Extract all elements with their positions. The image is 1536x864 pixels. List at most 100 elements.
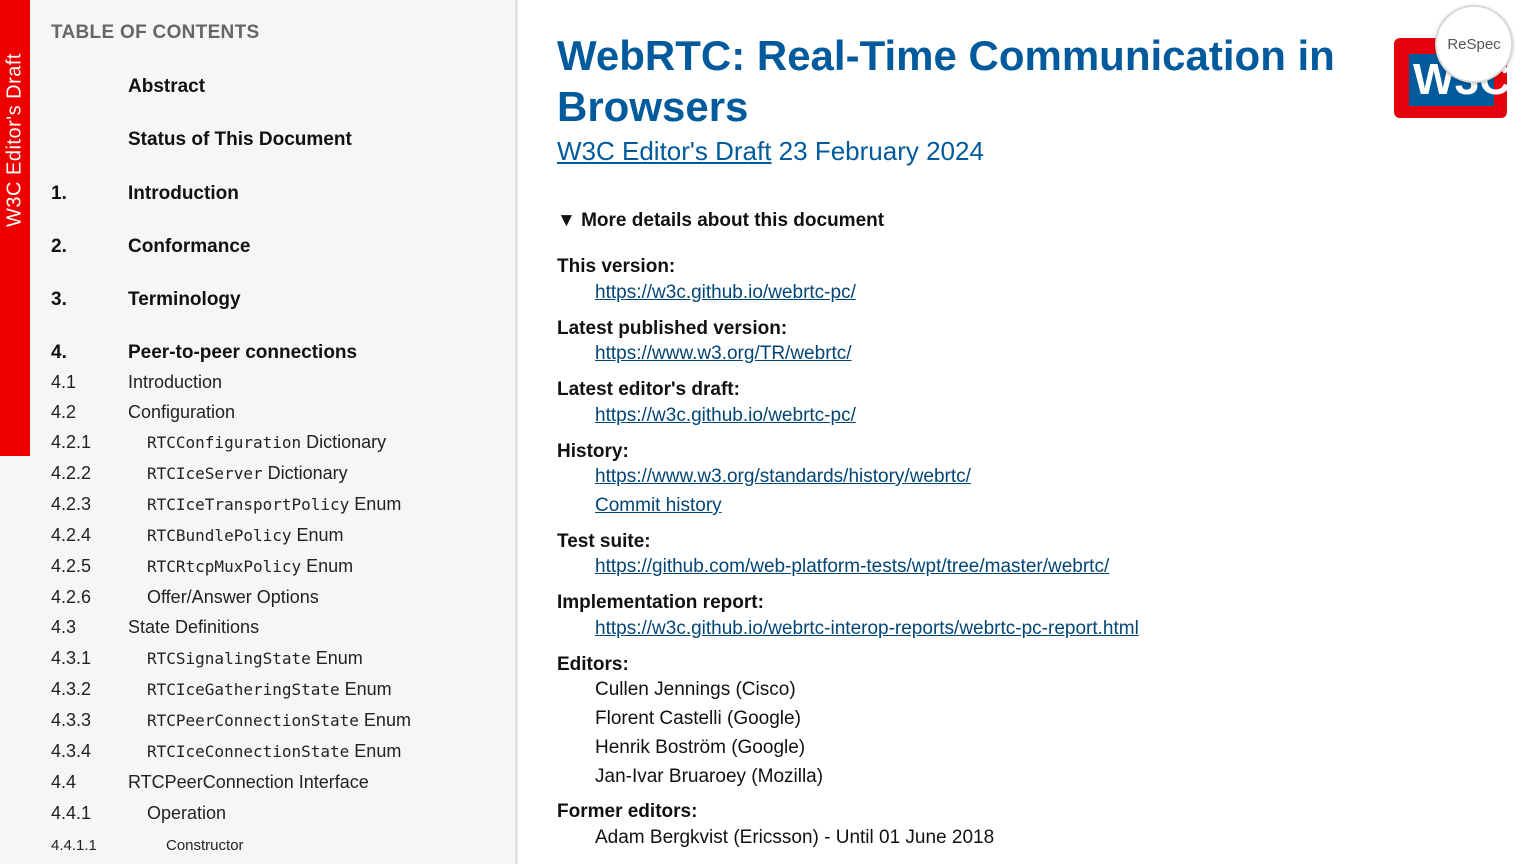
toc-item[interactable]: 4.2 Configuration bbox=[0, 402, 515, 428]
toc-item-text: Conformance bbox=[128, 236, 251, 257]
toc-item[interactable]: 1. Introduction bbox=[0, 183, 515, 209]
toc-item[interactable]: 4.3.2 RTCIceGatheringState Enum bbox=[0, 679, 515, 705]
toc-item[interactable]: 4.2.4 RTCBundlePolicy Enum bbox=[0, 525, 515, 551]
toc-item-number: 4.3.3 bbox=[51, 710, 92, 730]
main-content: WebRTC: Real-Time Communication in Brows… bbox=[557, 0, 1536, 864]
toc-item[interactable]: 4.1 Introduction bbox=[0, 372, 515, 398]
toc-item-text: Constructor bbox=[166, 837, 244, 854]
toc-item[interactable]: 4.4 RTCPeerConnection Interface bbox=[0, 772, 515, 798]
toc-item-text: Offer/Answer Options bbox=[147, 587, 319, 607]
toc-item-number: 4.2.4 bbox=[51, 525, 92, 545]
toc-item-text: Status of This Document bbox=[128, 129, 352, 150]
toc-item-text: Enum bbox=[291, 525, 344, 545]
latest-published-value: https://www.w3.org/TR/webrtc/ bbox=[595, 343, 852, 365]
toc-item-text: RTCPeerConnection Interface bbox=[128, 772, 369, 792]
toc-item-text: Abstract bbox=[128, 76, 206, 97]
toc-item-number: 4.3 bbox=[51, 617, 77, 637]
toc-item[interactable]: 4.3 State Definitions bbox=[0, 617, 515, 643]
toc-item-text: Enum bbox=[349, 494, 402, 514]
toc-item-number: 4.2 bbox=[51, 402, 77, 422]
toc-item[interactable]: 2. Conformance bbox=[0, 236, 515, 262]
test-suite-link[interactable]: https://github.com/web-platform-tests/wp… bbox=[595, 556, 1109, 577]
toc-item-code: RTCIceTransportPolicy bbox=[147, 495, 350, 514]
toc-item[interactable]: Status of This Document bbox=[0, 129, 515, 155]
respec-button[interactable]: ReSpec bbox=[1435, 5, 1513, 83]
toc-item-label: Operation bbox=[147, 803, 226, 824]
former-editors-label: Former editors: bbox=[557, 801, 698, 822]
toc-item[interactable]: 4.2.5 RTCRtcpMuxPolicy Enum bbox=[0, 556, 515, 582]
test-suite-value: https://github.com/web-platform-tests/wp… bbox=[595, 556, 1109, 578]
toc-item-label: Conformance bbox=[128, 236, 250, 258]
history-link[interactable]: https://www.w3.org/standards/history/web… bbox=[595, 466, 971, 487]
commit-history-link[interactable]: Commit history bbox=[595, 495, 722, 516]
toc-item-code: RTCIceGatheringState bbox=[147, 680, 340, 699]
toc-item[interactable]: 4.3.3 RTCPeerConnectionState Enum bbox=[0, 710, 515, 736]
toc-item-text: Dictionary bbox=[301, 432, 387, 452]
toc-item-number: 4.4.1 bbox=[51, 803, 92, 823]
toc-item-text: Enum bbox=[349, 741, 402, 761]
toc-item-number: 4. bbox=[51, 342, 67, 363]
toc-item[interactable]: 4. Peer-to-peer connections bbox=[0, 342, 515, 368]
toc-item-number: 4.2.2 bbox=[51, 463, 92, 483]
toc-item[interactable]: 4.2.3 RTCIceTransportPolicy Enum bbox=[0, 494, 515, 520]
this-version-value: https://w3c.github.io/webrtc-pc/ bbox=[595, 282, 856, 304]
toc-item-label: Configuration bbox=[128, 402, 235, 423]
latest-published-link[interactable]: https://www.w3.org/TR/webrtc/ bbox=[595, 343, 852, 364]
editor-entry: Henrik Boström (Google) bbox=[595, 737, 806, 758]
toc-item[interactable]: 4.4.1.1 Constructor bbox=[0, 833, 515, 859]
toc-item-label: RTCIceGatheringState Enum bbox=[147, 679, 392, 700]
toc-item[interactable]: 3. Terminology bbox=[0, 289, 515, 315]
toc-item-text: Terminology bbox=[128, 289, 241, 310]
latest-draft-link[interactable]: https://w3c.github.io/webrtc-pc/ bbox=[595, 405, 856, 426]
implementation-report-value: https://w3c.github.io/webrtc-interop-rep… bbox=[595, 618, 1139, 640]
toc-item-label: Introduction bbox=[128, 372, 222, 393]
toc-item-text: Enum bbox=[339, 679, 392, 699]
details-toggle[interactable]: ▼ More details about this document bbox=[557, 210, 884, 232]
toc-item-text: Enum bbox=[310, 648, 363, 668]
toc-item-text: Introduction bbox=[128, 183, 239, 204]
this-version-label: This version: bbox=[557, 256, 676, 277]
editor-entry: Cullen Jennings (Cisco) bbox=[595, 679, 796, 700]
toc-item[interactable]: 4.3.1 RTCSignalingState Enum bbox=[0, 648, 515, 674]
toc-item-code: RTCBundlePolicy bbox=[147, 526, 292, 545]
toc-item-number: 1. bbox=[51, 183, 67, 204]
implementation-report-label: Implementation report: bbox=[557, 592, 764, 613]
toc-item-code: RTCConfiguration bbox=[147, 433, 302, 452]
toc-item[interactable]: Abstract bbox=[0, 76, 515, 102]
toc-item-text: Operation bbox=[147, 803, 227, 823]
history-label: History: bbox=[557, 441, 629, 462]
toc-item-code: RTCRtcpMuxPolicy bbox=[147, 557, 302, 576]
toc-item-label: RTCRtcpMuxPolicy Enum bbox=[147, 556, 353, 577]
maturity-link[interactable]: W3C Editor's Draft bbox=[557, 136, 771, 166]
commit-history-value: Commit history bbox=[595, 495, 722, 517]
toc-item-number: 4.2.3 bbox=[51, 494, 92, 514]
former-editor-entry: Adam Bergkvist (Ericsson) - Until 01 Jun… bbox=[595, 827, 995, 848]
toc-item-label: Status of This Document bbox=[128, 129, 352, 151]
implementation-report-link[interactable]: https://w3c.github.io/webrtc-interop-rep… bbox=[595, 618, 1139, 639]
toc-item[interactable]: 4.2.1 RTCConfiguration Dictionary bbox=[0, 432, 515, 458]
toc-item[interactable]: 4.2.6 Offer/Answer Options bbox=[0, 587, 515, 613]
toc-item-label: Abstract bbox=[128, 76, 205, 98]
toc-item-label: RTCIceConnectionState Enum bbox=[147, 741, 401, 762]
toc-item-number: 4.2.5 bbox=[51, 556, 92, 576]
toc-item-label: RTCConfiguration Dictionary bbox=[147, 432, 386, 453]
editor-entry: Jan-Ivar Bruaroey (Mozilla) bbox=[595, 766, 824, 787]
toc-item-text: Peer-to-peer connections bbox=[128, 342, 358, 363]
toc-item-label: State Definitions bbox=[128, 617, 259, 638]
toc-item[interactable]: 4.4.1 Operation bbox=[0, 803, 515, 829]
page-title: WebRTC: Real-Time Communication in Brows… bbox=[557, 32, 1335, 130]
toc-item-number: 4.2.6 bbox=[51, 587, 92, 607]
toc-item[interactable]: 4.3.4 RTCIceConnectionState Enum bbox=[0, 741, 515, 767]
toc-item-label: Offer/Answer Options bbox=[147, 587, 319, 608]
toc-item-number: 4.3.2 bbox=[51, 679, 92, 699]
this-version-link[interactable]: https://w3c.github.io/webrtc-pc/ bbox=[595, 282, 856, 303]
toc-heading: TABLE OF CONTENTS bbox=[51, 22, 260, 43]
toc-item[interactable]: 4.2.2 RTCIceServer Dictionary bbox=[0, 463, 515, 489]
table-of-contents-sidebar: TABLE OF CONTENTS Abstract Status of This… bbox=[0, 0, 518, 864]
latest-draft-value: https://w3c.github.io/webrtc-pc/ bbox=[595, 405, 856, 427]
draft-banner-label: W3C Editor's Draft bbox=[3, 53, 26, 227]
disclosure-triangle-icon: ▼ bbox=[557, 210, 576, 231]
draft-banner: W3C Editor's Draft bbox=[0, 0, 30, 456]
toc-item-label: Introduction bbox=[128, 183, 239, 205]
details-toggle-label: More details about this document bbox=[581, 210, 885, 231]
